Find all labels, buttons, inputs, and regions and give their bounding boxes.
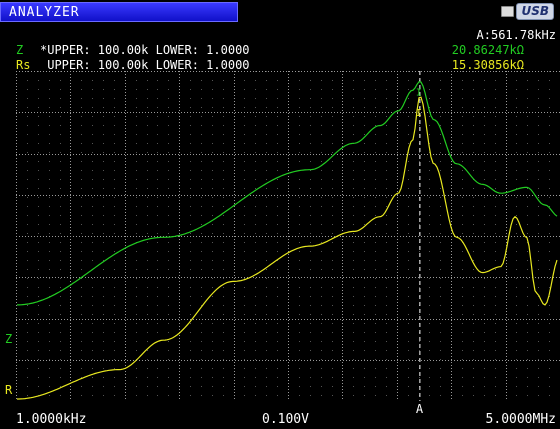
usb-plug-icon: [501, 6, 515, 17]
rs-cursor-tick: I: [416, 108, 422, 119]
cursor-a-marker: A: [415, 402, 424, 416]
rs-limits: UPPER: 100.00k LOWER: 1.0000: [40, 58, 250, 72]
signal-level-label: 0.100V: [262, 412, 309, 427]
x-end-label: 5.0000MHz: [485, 412, 556, 427]
rs-value: 15.30856kΩ: [451, 58, 524, 72]
z-cursor-tick: I: [416, 87, 422, 98]
z-axis-marker: Z: [5, 332, 13, 346]
cursor-frequency: A:561.78kHz: [476, 28, 556, 42]
x-start-label: 1.0000kHz: [16, 412, 87, 427]
z-param-name: Z: [16, 43, 24, 57]
analyzer-title: ANALYZER: [9, 5, 80, 20]
z-value: 20.86247kΩ: [451, 43, 524, 57]
r-axis-marker: R: [5, 383, 13, 397]
rs-param-name: Rs: [16, 58, 31, 72]
analyzer-tab[interactable]: ANALYZER: [0, 2, 238, 22]
title-bar: ANALYZER USB: [0, 0, 560, 24]
usb-label: USB: [516, 3, 554, 20]
plot-area[interactable]: I I: [16, 71, 560, 401]
z-limits: *UPPER: 100.00k LOWER: 1.0000: [40, 43, 250, 57]
usb-indicator: USB: [501, 3, 554, 20]
